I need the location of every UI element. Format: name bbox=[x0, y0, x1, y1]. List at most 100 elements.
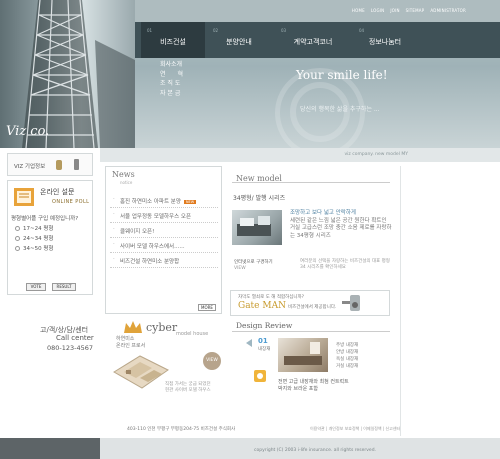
key-icon bbox=[56, 159, 79, 170]
news-item-text: 홈진 하연미소 아파트 분양 bbox=[120, 199, 181, 205]
cyber-view-button[interactable]: VIEW bbox=[203, 352, 221, 370]
viz-info-label: VIZ 기업정보 bbox=[14, 164, 46, 170]
radio-button[interactable] bbox=[15, 246, 20, 251]
logo[interactable]: Viz co. bbox=[6, 124, 49, 139]
vote-button[interactable]: VOTE bbox=[26, 283, 46, 291]
door-lock-icon bbox=[342, 295, 360, 311]
news-item[interactable]: 서울 업무정동 모델하우스 오픈 bbox=[110, 208, 218, 223]
nav-label: 정보나눔터 bbox=[368, 38, 402, 46]
new-model-highlight: 조망하고 보다 넓고 안락하게 bbox=[290, 210, 356, 216]
util-link-join[interactable]: JOIN bbox=[390, 8, 399, 13]
column-divider bbox=[400, 166, 401, 436]
design-review-photo[interactable] bbox=[278, 338, 328, 372]
news-item-text: 비즈건설 하연미소 분양합 bbox=[120, 259, 180, 265]
gateman-note: 비즈건설에서 제공합니다. bbox=[288, 305, 337, 310]
new-model-divider bbox=[232, 182, 390, 183]
footer-left-block bbox=[0, 438, 100, 459]
new-badge: NEW bbox=[183, 199, 197, 204]
floorplan-image[interactable] bbox=[110, 348, 172, 396]
news-item[interactable]: 사이버 모델 하우스에서...... bbox=[110, 238, 218, 253]
design-review-title: Design Review bbox=[236, 321, 293, 330]
gateman-top-text: 자막도 열쇠로 도 해 적합하십니까? bbox=[238, 295, 305, 300]
new-model-cta[interactable]: 인터넷으로 구경하기 VIEW bbox=[234, 260, 284, 272]
poll-book-icon bbox=[14, 188, 34, 206]
breadcrumb-strip bbox=[100, 148, 500, 162]
footer-address: 403-110 인천 부평구 부평동204-75 비즈건설 주식회사 bbox=[127, 427, 236, 432]
nav-num: 04 bbox=[359, 28, 365, 33]
hero-subtitle: 당신의 행복한 삶을 추구하는 ... bbox=[300, 106, 380, 113]
news-item-text: 서울 업무정동 모델하우스 오픈 bbox=[120, 214, 192, 220]
design-review-divider bbox=[232, 331, 390, 332]
nav-item-sale[interactable]: 02 분양안내 bbox=[207, 22, 271, 58]
submenu-item[interactable]: 조 직 도 bbox=[160, 79, 220, 89]
poll-option-label: 24~34 평형 bbox=[23, 236, 54, 242]
news-more-button[interactable]: MORE bbox=[198, 304, 216, 311]
result-button[interactable]: RESULT bbox=[52, 283, 76, 291]
nav-label: 분양안내 bbox=[226, 38, 252, 46]
arrow-left-icon[interactable] bbox=[244, 338, 254, 348]
cta-sub: VIEW bbox=[234, 266, 246, 271]
main-nav: 01 비즈건설 02 분양안내 03 계약고객코너 04 정보나눔터 bbox=[135, 22, 500, 58]
design-review-item[interactable]: 거실 내장재 bbox=[336, 363, 358, 370]
util-link-sitemap[interactable]: SITEMAP bbox=[406, 8, 425, 13]
news-item[interactable]: 비즈건설 하연미소 분양합 bbox=[110, 253, 218, 268]
gateman-name: Gate MAN bbox=[238, 301, 286, 311]
breadcrumb: viz company. new model MY bbox=[344, 152, 408, 157]
tape-measure-icon bbox=[254, 370, 266, 382]
crown-icon bbox=[124, 321, 142, 333]
radio-button[interactable] bbox=[15, 226, 20, 231]
design-review-category: 내장재 bbox=[258, 347, 271, 352]
nav-num: 01 bbox=[147, 28, 153, 33]
hero-title: Your smile life! bbox=[296, 68, 388, 82]
poll-question: 평형별어플 구입 예정입니까? bbox=[11, 216, 79, 222]
footer-links[interactable]: 이용약관 | 개인정보 보호정책 | 이메일정책 | 신고센터 bbox=[310, 426, 400, 432]
radio-button[interactable] bbox=[15, 236, 20, 241]
call-center-phone: 080-123-4567 bbox=[47, 344, 94, 352]
news-item[interactable]: 클웨이지 오픈! bbox=[110, 223, 218, 238]
news-subtitle: notice bbox=[120, 180, 133, 185]
submenu-item[interactable]: 자 본 금 bbox=[160, 89, 220, 99]
room-illustration bbox=[237, 216, 271, 236]
submenu-item[interactable]: 연 혁 bbox=[160, 70, 220, 80]
cyber-subtitle: model house bbox=[176, 331, 209, 337]
call-center-subtitle: Call center bbox=[56, 334, 94, 342]
news-item-text: 사이버 모델 하우스에서...... bbox=[120, 244, 185, 250]
util-link-login[interactable]: LOGIN bbox=[371, 8, 385, 13]
poll-option-label: 17~24 평형 bbox=[23, 226, 54, 232]
news-title: News bbox=[112, 170, 135, 179]
design-review-list: 주방 내장재 안방 내장재 욕실 내장재 거실 내장재 bbox=[336, 342, 358, 370]
news-item[interactable]: 홈진 하연미소 아파트 분양NEW bbox=[110, 193, 218, 208]
nav-num: 03 bbox=[281, 28, 287, 33]
poll-option[interactable]: 17~24 평형 bbox=[15, 224, 53, 232]
new-model-description: 조망하고 보다 넓고 안락하게 세련된 같은 느낌 넓은 공간 원한다 확트인 … bbox=[290, 210, 392, 240]
submenu-item[interactable]: 회사소개 bbox=[160, 60, 220, 70]
new-model-photo[interactable] bbox=[232, 210, 282, 245]
design-review-item[interactable]: 욕실 내장재 bbox=[336, 356, 358, 363]
nav-label: 비즈건설 bbox=[160, 38, 186, 46]
poll-option-label: 34~50 평형 bbox=[23, 246, 54, 252]
poll-title: 온라인 설문 bbox=[40, 188, 75, 196]
design-review-number: 01 bbox=[258, 337, 268, 345]
new-model-note: 여러분의 선택을 자랑하는 비즈건설의 대표 평형 34 시리즈를 확인하세요 bbox=[300, 259, 390, 270]
design-review-item[interactable]: 주방 내장재 bbox=[336, 342, 358, 349]
interior-illustration bbox=[284, 342, 322, 365]
cyber-note: 직접 가서는 궁금 되었던 현관 사이버 모델 하우스 bbox=[165, 382, 211, 393]
design-review-caption: 전면 고급 내장재와 최첨 컨트럭트 박지와 브라운 포함 bbox=[278, 379, 349, 392]
poll-option[interactable]: 34~50 평형 bbox=[15, 244, 53, 252]
page: { "header": { "util_links": ["HOME","LOG… bbox=[0, 0, 500, 459]
poll-option[interactable]: 24~34 평형 bbox=[15, 234, 53, 242]
design-review-item[interactable]: 안방 내장재 bbox=[336, 349, 358, 356]
new-model-body: 세련된 같은 느낌 넓은 공간 원한다 확트인 거실 고급스런 조망 충간 소음… bbox=[290, 217, 392, 239]
new-model-label: 34평형/ 발행 시리즈 bbox=[233, 195, 286, 202]
nav-num: 02 bbox=[213, 28, 219, 33]
poll-subtitle: ONLINE POLL bbox=[52, 199, 90, 205]
util-link-home[interactable]: HOME bbox=[352, 8, 365, 13]
utility-links: HOME LOGIN JOIN SITEMAP ADMINISTRATOR bbox=[352, 8, 466, 13]
nav-item-biz[interactable]: 01 비즈건설 bbox=[141, 22, 205, 58]
submenu: 회사소개 연 혁 조 직 도 자 본 금 bbox=[160, 60, 220, 98]
util-link-admin[interactable]: ADMINISTRATOR bbox=[430, 8, 466, 13]
cyber-title: cyber bbox=[146, 321, 178, 334]
nav-item-info[interactable]: 04 정보나눔터 bbox=[353, 22, 417, 58]
nav-item-contract[interactable]: 03 계약고객코너 bbox=[275, 22, 351, 58]
nav-label: 계약고객코너 bbox=[293, 38, 333, 46]
